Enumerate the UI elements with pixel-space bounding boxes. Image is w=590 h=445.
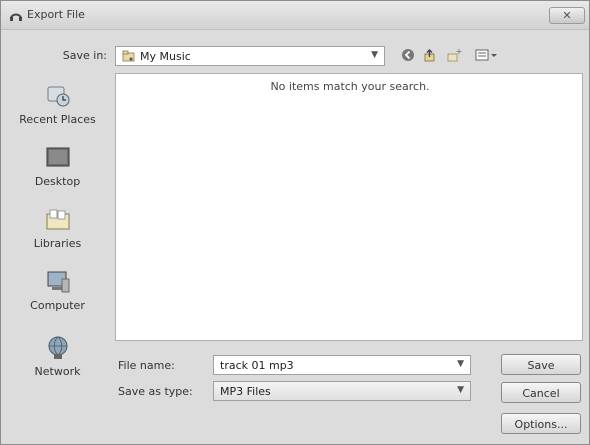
new-folder-button[interactable] <box>445 46 465 64</box>
view-menu-button[interactable] <box>473 46 501 64</box>
place-recent-places[interactable]: Recent Places <box>4 83 111 126</box>
window-title: Export File <box>27 8 85 21</box>
save-button[interactable]: Save <box>501 354 581 375</box>
cancel-button[interactable]: Cancel <box>501 382 581 403</box>
place-desktop[interactable]: Desktop <box>4 145 111 188</box>
computer-icon <box>47 271 69 293</box>
save-as-type-value: MP3 Files <box>220 385 271 398</box>
file-name-label: File name: <box>118 359 175 372</box>
recent-places-icon <box>47 86 69 107</box>
save-in-value: My Music <box>140 50 191 63</box>
up-folder-icon <box>424 49 435 62</box>
chevron-down-icon[interactable]: ▼ <box>457 359 464 369</box>
places-bar: Recent Places Desktop Libraries Computer… <box>4 73 111 403</box>
up-folder-button[interactable] <box>421 46 439 64</box>
close-button[interactable]: ✕ <box>549 7 585 24</box>
place-label: Network <box>34 365 81 378</box>
file-list[interactable]: No items match your search. <box>115 73 583 341</box>
place-label: Recent Places <box>19 113 96 126</box>
back-icon <box>402 49 414 61</box>
file-name-value: track 01 mp3 <box>220 359 294 372</box>
save-in-label: Save in: <box>62 49 107 62</box>
place-label: Computer <box>30 299 85 312</box>
chevron-down-icon: ▼ <box>457 385 464 395</box>
options-button[interactable]: Options... <box>501 413 581 434</box>
export-file-dialog: Export File ✕ Save in: My Music ▼ Recent… <box>0 0 590 445</box>
view-menu-icon <box>475 49 497 61</box>
close-icon: ✕ <box>562 9 572 22</box>
place-libraries[interactable]: Libraries <box>4 207 111 250</box>
save-as-type-label: Save as type: <box>118 385 193 398</box>
place-network[interactable]: Network <box>4 335 111 378</box>
file-name-field[interactable]: track 01 mp3 ▼ <box>213 355 471 375</box>
music-folder-icon <box>122 50 135 62</box>
save-as-type-select[interactable]: MP3 Files ▼ <box>213 381 471 401</box>
libraries-icon <box>46 209 69 230</box>
desktop-icon <box>46 147 69 167</box>
app-icon <box>10 13 22 21</box>
place-label: Desktop <box>34 175 81 188</box>
place-label: Libraries <box>33 237 82 250</box>
chevron-down-icon: ▼ <box>371 50 378 60</box>
network-icon <box>48 336 67 359</box>
new-folder-icon <box>447 49 462 62</box>
place-computer[interactable]: Computer <box>4 269 111 312</box>
title-bar[interactable]: Export File ✕ <box>1 1 589 30</box>
empty-message: No items match your search. <box>270 80 430 93</box>
back-button[interactable] <box>399 46 417 64</box>
save-in-combo[interactable]: My Music ▼ <box>115 46 385 66</box>
